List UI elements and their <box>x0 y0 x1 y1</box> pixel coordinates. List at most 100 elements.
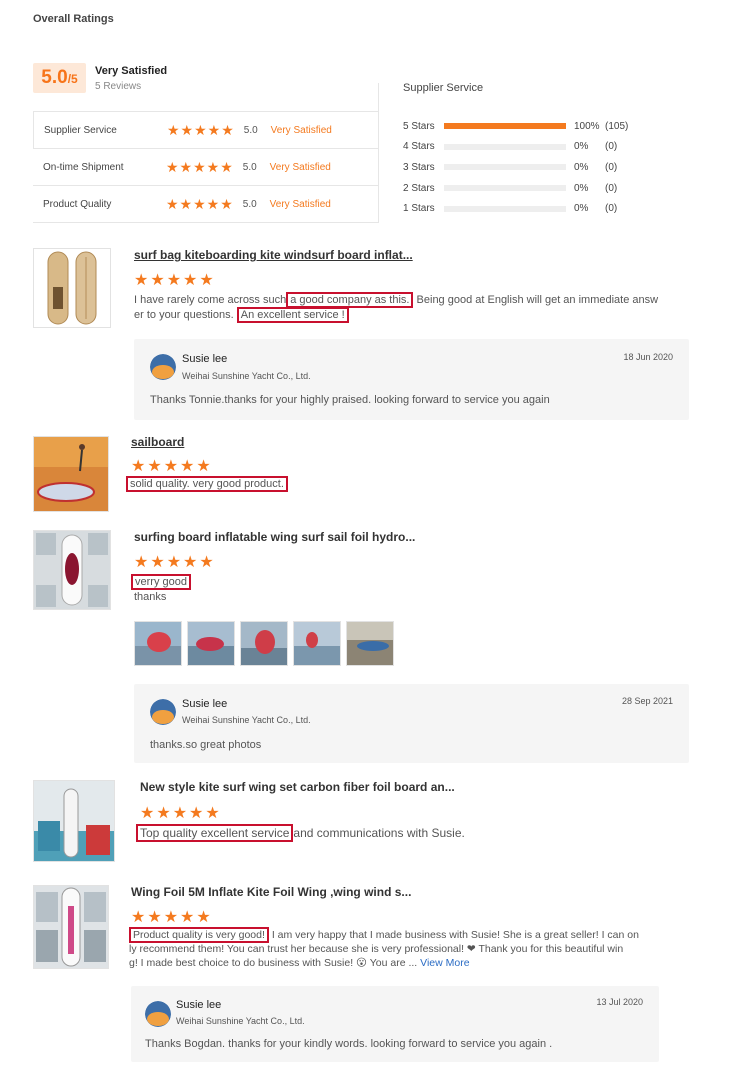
dist-bar <box>444 185 566 192</box>
dist-percent: 0% <box>574 203 589 215</box>
product-title-link[interactable]: New style kite surf wing set carbon fibe… <box>140 780 455 794</box>
dist-bar <box>444 164 566 171</box>
seller-reply: Susie lee Weihai Sunshine Yacht Co., Ltd… <box>134 684 689 763</box>
review-text: I have rarely come across such a good com… <box>134 292 674 323</box>
dist-percent: 0% <box>574 141 589 153</box>
product-thumbnail[interactable] <box>33 436 109 512</box>
rating-value: 5.0 <box>242 198 257 210</box>
review-text-part: I am very happy that I made business wit… <box>268 929 639 941</box>
highlight-box: a good company as this. <box>286 292 414 308</box>
review-stars: ★★★★★ <box>140 805 222 822</box>
page-title: Overall Ratings <box>33 13 114 25</box>
dist-percent: 100% <box>574 120 600 132</box>
reply-company: Weihai Sunshine Yacht Co., Ltd. <box>182 715 311 725</box>
seller-reply: Susie lee Weihai Sunshine Yacht Co., Ltd… <box>131 986 659 1062</box>
review-text: verry good thanks <box>131 574 191 605</box>
avatar <box>150 699 176 725</box>
reply-message: thanks.so great photos <box>150 739 262 751</box>
view-more-link[interactable]: View More <box>420 957 469 969</box>
dist-bar <box>444 143 566 150</box>
reply-date: 18 Jun 2020 <box>623 352 673 362</box>
dist-label: 2 Stars <box>403 182 435 194</box>
rating-table: Supplier Service ★★★★★ 5.0 Very Satisfie… <box>33 111 379 222</box>
reply-company: Weihai Sunshine Yacht Co., Ltd. <box>176 1016 305 1026</box>
dist-bar <box>444 205 566 212</box>
star-rating: ★★★★★ <box>166 158 234 175</box>
rating-value: 5.0 <box>243 124 258 136</box>
highlight-box: Top quality excellent service <box>136 824 294 842</box>
dist-percent: 0% <box>574 161 589 173</box>
avatar <box>150 354 176 380</box>
star-rating: ★★★★★ <box>166 195 234 212</box>
review-text-part: thanks <box>134 591 167 603</box>
dist-row: 4 Stars 0% (0) <box>403 137 643 158</box>
review-photo[interactable] <box>134 621 182 666</box>
review-text-part: g! I made best choice to do business wit… <box>129 957 418 969</box>
rating-desc: Very Satisfied <box>270 124 332 136</box>
review-stars: ★★★★★ <box>134 272 216 289</box>
highlight-box: Product quality is very good! <box>129 927 269 943</box>
review-stars: ★★★★★ <box>131 909 213 926</box>
review-stars: ★★★★★ <box>131 458 213 475</box>
product-thumbnail[interactable] <box>33 248 111 328</box>
overall-score-max: /5 <box>67 72 78 86</box>
product-thumbnail[interactable] <box>33 530 111 610</box>
review-text: solid quality. very good product. <box>126 476 288 492</box>
product-title-link[interactable]: surf bag kiteboarding kite windsurf boar… <box>134 248 413 262</box>
review-stars: ★★★★★ <box>134 554 216 571</box>
overall-score-badge: 5.0/5 <box>33 63 86 93</box>
reply-date: 13 Jul 2020 <box>596 997 643 1007</box>
dist-count: (105) <box>605 120 629 132</box>
dist-percent: 0% <box>574 182 589 194</box>
dist-label: 5 Stars <box>403 120 435 132</box>
review-text-part: ly recommend them! You can trust her bec… <box>129 943 624 955</box>
reply-author: Susie lee <box>182 698 228 710</box>
dist-count: (0) <box>605 203 618 215</box>
product-title-link[interactable]: sailboard <box>131 435 184 449</box>
rating-row-supplier-service[interactable]: Supplier Service ★★★★★ 5.0 Very Satisfie… <box>33 111 379 148</box>
dist-label: 4 Stars <box>403 141 435 153</box>
dist-row: 3 Stars 0% (0) <box>403 157 643 178</box>
review-text-part: and communications with Susie. <box>293 826 465 840</box>
overall-score: 5.0 <box>41 67 68 88</box>
star-rating: ★★★★★ <box>167 121 235 138</box>
reply-date: 28 Sep 2021 <box>621 696 673 706</box>
overall-reviews-count: 5 Reviews <box>95 81 142 92</box>
product-thumbnail[interactable] <box>33 885 109 969</box>
rating-name: Product Quality <box>43 198 112 210</box>
rating-name: On-time Shipment <box>43 161 124 173</box>
review-photo[interactable] <box>293 621 341 666</box>
rating-value: 5.0 <box>242 161 257 173</box>
dist-row: 5 Stars 100% (105) <box>403 116 643 137</box>
reply-message: Thanks Bogdan. thanks for your kindly wo… <box>145 1038 553 1050</box>
dist-bar-fill <box>444 123 566 130</box>
rating-row-on-time-shipment[interactable]: On-time Shipment ★★★★★ 5.0 Very Satisfie… <box>33 148 379 185</box>
reply-message: Thanks Tonnie.thanks for your highly pra… <box>150 394 550 406</box>
review-photo[interactable] <box>240 621 288 666</box>
dist-bar <box>444 123 566 130</box>
star-distribution: 5 Stars 100% (105) 4 Stars 0% (0) 3 Star… <box>403 116 643 219</box>
reply-author: Susie lee <box>176 999 222 1011</box>
review-text-part: Being good at English will get an immedi… <box>413 294 659 306</box>
divider <box>33 222 379 223</box>
dist-count: (0) <box>605 182 618 194</box>
review-photo[interactable] <box>187 621 235 666</box>
avatar <box>145 1001 171 1027</box>
rating-name: Supplier Service <box>44 124 117 136</box>
rating-desc: Very Satisfied <box>269 198 331 210</box>
dist-count: (0) <box>605 161 618 173</box>
product-thumbnail[interactable] <box>33 780 115 862</box>
supplier-service-title: Supplier Service <box>403 82 484 94</box>
review-text: Top quality excellent service and communi… <box>136 824 465 842</box>
review-photo[interactable] <box>346 621 394 666</box>
product-title-link[interactable]: surfing board inflatable wing surf sail … <box>134 530 415 544</box>
dist-label: 1 Stars <box>403 203 435 215</box>
dist-row: 2 Stars 0% (0) <box>403 178 643 199</box>
highlight-box: verry good <box>131 574 191 590</box>
dist-label: 3 Stars <box>403 161 435 173</box>
rating-row-product-quality[interactable]: Product Quality ★★★★★ 5.0 Very Satisfied <box>33 185 379 222</box>
review-text-part: I have rarely come across such <box>134 294 287 306</box>
dist-count: (0) <box>605 141 618 153</box>
seller-reply: Susie lee Weihai Sunshine Yacht Co., Ltd… <box>134 339 689 420</box>
product-title-link[interactable]: Wing Foil 5M Inflate Kite Foil Wing ,win… <box>131 885 411 899</box>
